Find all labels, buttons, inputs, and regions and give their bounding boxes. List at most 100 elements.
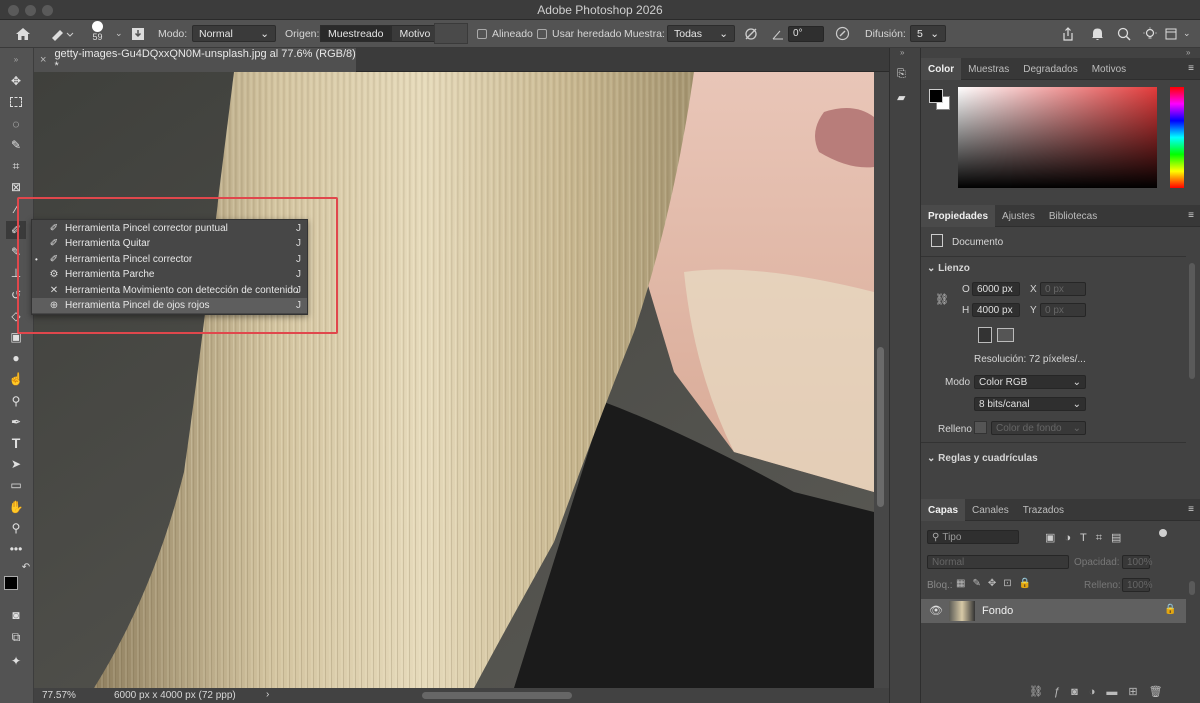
comments-panel-icon[interactable]: ▰ <box>897 91 905 104</box>
horizontal-scrollbar-thumb[interactable] <box>422 692 572 699</box>
collapse-dock-icon[interactable]: » <box>1186 48 1190 57</box>
blur-tool-icon[interactable]: ● <box>6 349 26 367</box>
close-tab-icon[interactable]: × <box>40 54 46 66</box>
chevron-down-icon[interactable]: ⌄ <box>115 24 123 43</box>
panel-menu-icon[interactable]: ≡ <box>1188 499 1200 520</box>
path-selection-tool-icon[interactable]: ➤ <box>6 455 26 473</box>
workspace-icon[interactable] <box>1165 24 1177 43</box>
tab-properties[interactable]: Propiedades <box>921 205 996 227</box>
generative-icon[interactable]: ✦ <box>6 652 26 670</box>
spot-healing-brush-menu-item[interactable]: ✐ Herramienta Pincel corrector puntual J <box>32 221 307 236</box>
properties-scrollbar-thumb[interactable] <box>1189 263 1195 379</box>
blend-mode-select[interactable]: Normal <box>927 555 1069 569</box>
collapse-toolbar-icon[interactable]: » <box>6 50 26 68</box>
lock-icons[interactable]: ▦✎✥⊡🔒 <box>956 578 1038 589</box>
panel-menu-icon[interactable]: ≡ <box>1188 58 1200 79</box>
tab-gradients[interactable]: Degradados <box>1016 58 1084 80</box>
healing-brush-menu-item[interactable]: • ✐ Herramienta Pincel corrector J <box>32 252 307 267</box>
marquee-tool-icon[interactable] <box>6 93 26 111</box>
dodge-tool-icon[interactable]: ⚲ <box>6 392 26 410</box>
chevron-down-icon[interactable]: ⌄ <box>1183 24 1191 43</box>
foreground-color-swatch[interactable] <box>4 576 18 590</box>
eye-visibility-icon[interactable]: 👁 <box>929 604 943 617</box>
zoom-level[interactable]: 77.57% <box>42 690 76 701</box>
hue-slider[interactable] <box>1170 87 1184 188</box>
screen-mode-icon[interactable]: ⧉ <box>6 628 26 646</box>
color-mode-select[interactable]: Color RGB ⌄ <box>974 375 1086 389</box>
tab-swatches[interactable]: Muestras <box>961 58 1016 80</box>
link-dimensions-icon[interactable]: ⛓ <box>935 293 949 306</box>
move-tool-icon[interactable]: ✥ <box>6 72 26 90</box>
layers-scrollbar-thumb[interactable] <box>1189 581 1195 595</box>
document-canvas[interactable] <box>34 72 874 688</box>
layer-row[interactable]: 👁 Fondo 🔒 <box>921 599 1186 623</box>
layer-filter-icons[interactable]: ▣◑T⌗▤ <box>1045 531 1130 545</box>
zoom-tool-icon[interactable]: ⚲ <box>6 519 26 537</box>
tab-libraries[interactable]: Bibliotecas <box>1042 205 1104 227</box>
tab-color[interactable]: Color <box>921 58 962 80</box>
red-eye-tool-menu-item[interactable]: ⊕ Herramienta Pincel de ojos rojos J <box>32 298 307 313</box>
filter-toggle-icon[interactable] <box>1159 529 1167 537</box>
lightbulb-icon[interactable] <box>1143 24 1157 43</box>
y-input[interactable]: 0 px <box>1040 303 1086 317</box>
tool-preset-picker[interactable] <box>50 24 74 43</box>
search-icon[interactable] <box>1117 24 1131 43</box>
bell-icon[interactable] <box>1091 24 1104 43</box>
layer-filter-select[interactable]: ⚲ Tipo <box>927 530 1019 544</box>
history-panel-icon[interactable]: ⎘ <box>897 68 906 81</box>
use-legacy-checkbox[interactable]: Usar heredado <box>537 24 621 43</box>
quick-mask-icon[interactable]: ◙ <box>6 606 26 624</box>
sample-select[interactable]: Todas ⌄ <box>667 25 735 42</box>
tab-paths[interactable]: Trazados <box>1016 499 1071 521</box>
fill-select[interactable]: Color de fondo ⌄ <box>991 421 1086 435</box>
angle-input[interactable]: 0° <box>788 25 824 42</box>
panel-menu-icon[interactable]: ≡ <box>1188 205 1200 226</box>
opacity-input[interactable]: 100% <box>1122 555 1153 569</box>
fill-opacity-input[interactable]: 100% <box>1122 578 1153 592</box>
lasso-tool-icon[interactable]: ◌ <box>6 115 26 133</box>
brush-settings-icon[interactable] <box>131 24 145 43</box>
lock-icon[interactable]: 🔒 <box>1164 604 1176 615</box>
quick-selection-tool-icon[interactable]: ✎ <box>6 136 26 154</box>
remove-tool-menu-item[interactable]: ✐ Herramienta Quitar J <box>32 236 307 251</box>
smudge-tool-icon[interactable]: ☝ <box>6 370 26 388</box>
canvas-section-header[interactable]: ⌄ Lienzo <box>927 263 970 274</box>
layers-bottom-toolbar[interactable]: ⛓ƒ◙◑▬⊞🗑 <box>1029 685 1174 698</box>
layer-name[interactable]: Fondo <box>982 605 1013 617</box>
type-tool-icon[interactable]: T <box>6 434 26 452</box>
chevron-right-icon[interactable]: › <box>266 689 269 700</box>
bit-depth-select[interactable]: 8 bits/canal ⌄ <box>974 397 1086 411</box>
landscape-orientation-icon[interactable] <box>997 328 1014 342</box>
diffusion-select[interactable]: 5 ⌄ <box>910 25 946 42</box>
tab-adjustments[interactable]: Ajustes <box>995 205 1042 227</box>
brush-size-picker[interactable]: 59 <box>92 21 103 47</box>
fill-color-swatch[interactable] <box>974 421 987 434</box>
content-aware-move-menu-item[interactable]: ✕ Herramienta Movimiento con detección d… <box>32 283 307 298</box>
pen-tool-icon[interactable]: ✒ <box>6 413 26 431</box>
portrait-orientation-icon[interactable] <box>978 327 992 343</box>
ignore-adjustment-layers-icon[interactable] <box>744 24 758 43</box>
rectangle-tool-icon[interactable]: ▭ <box>6 476 26 494</box>
mode-select[interactable]: Normal ⌄ <box>192 25 276 42</box>
document-tab[interactable]: × getty-images-Gu4DQxxQN0M-unsplash.jpg … <box>34 48 356 72</box>
scrollbar-thumb[interactable] <box>877 347 884 507</box>
patch-tool-menu-item[interactable]: ⚙ Herramienta Parche J <box>32 267 307 282</box>
aligned-checkbox[interactable]: Alineado <box>477 24 533 43</box>
pattern-picker[interactable] <box>434 23 468 44</box>
swap-colors-icon[interactable]: ↶ <box>16 558 36 576</box>
pressure-size-icon[interactable] <box>835 24 850 43</box>
canvas-vertical-scrollbar[interactable] <box>874 72 889 688</box>
home-icon[interactable] <box>15 24 31 43</box>
hand-tool-icon[interactable]: ✋ <box>6 498 26 516</box>
share-icon[interactable] <box>1061 24 1075 43</box>
tab-patterns[interactable]: Motivos <box>1085 58 1133 80</box>
tab-layers[interactable]: Capas <box>921 499 966 521</box>
source-sampled-button[interactable]: Muestreado <box>320 25 392 42</box>
source-pattern-button[interactable]: Motivo <box>391 25 439 42</box>
x-input[interactable]: 0 px <box>1040 282 1086 296</box>
tab-channels[interactable]: Canales <box>965 499 1016 521</box>
width-input[interactable]: 6000 px <box>972 282 1020 296</box>
more-tools-icon[interactable]: ••• <box>6 540 26 558</box>
collapse-panels-icon[interactable]: » <box>900 48 904 57</box>
crop-tool-icon[interactable]: ⌗ <box>6 157 26 175</box>
